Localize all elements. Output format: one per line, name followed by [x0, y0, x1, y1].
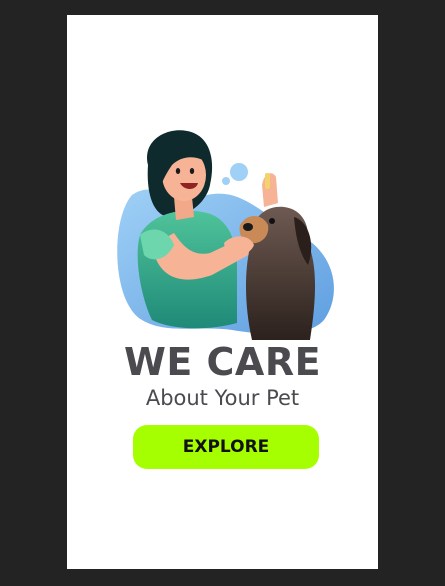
app-screen: WE CARE About Your Pet EXPLORE [67, 15, 378, 569]
explore-button[interactable]: EXPLORE [133, 425, 319, 469]
woman-with-dog-illustration [117, 130, 334, 340]
hero-subtitle: About Your Pet [145, 386, 300, 410]
hero-title: WE CARE [123, 340, 322, 384]
